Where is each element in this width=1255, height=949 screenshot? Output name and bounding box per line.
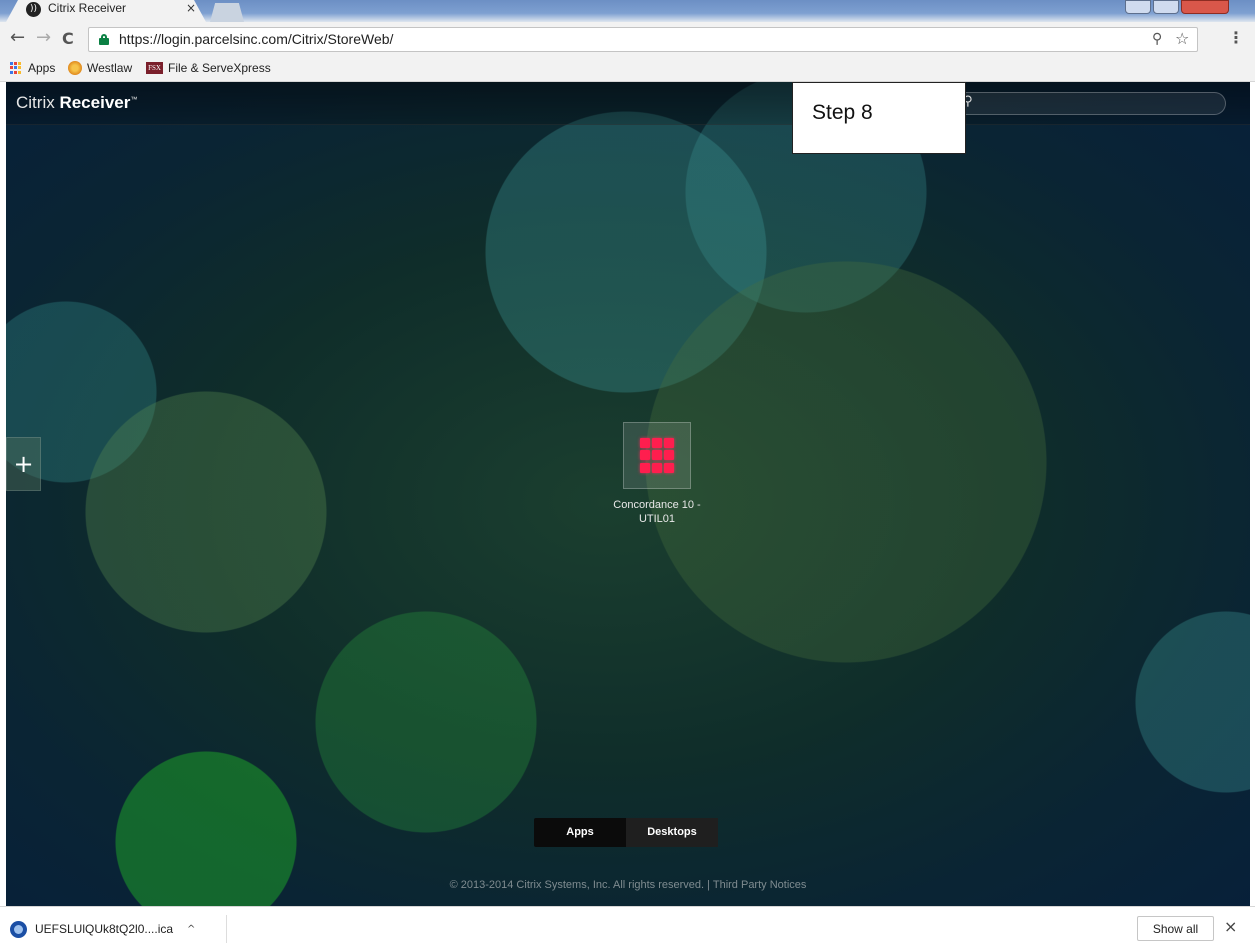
tab-strip: )) Citrix Receiver × bbox=[0, 0, 1255, 22]
chevron-up-icon[interactable]: ^ bbox=[187, 924, 195, 935]
citrix-receiver-page: Citrix Receiver™ ⚲ Step 8 + Concordance … bbox=[6, 82, 1250, 906]
bookmark-star-icon[interactable]: ☆ bbox=[1175, 29, 1189, 48]
app-tile-concordance[interactable] bbox=[623, 422, 691, 489]
minimize-button[interactable] bbox=[1125, 0, 1151, 14]
bookmark-file-serve-xpress[interactable]: FSX File & ServeXpress bbox=[146, 61, 271, 75]
app-name-line1: Concordance 10 - bbox=[613, 499, 701, 511]
tab-citrix-receiver[interactable]: )) Citrix Receiver × bbox=[6, 0, 206, 22]
bookmark-westlaw[interactable]: Westlaw bbox=[68, 61, 132, 75]
add-apps-button[interactable]: + bbox=[6, 437, 41, 491]
view-switch: Apps Desktops bbox=[534, 818, 718, 847]
back-button[interactable]: ← bbox=[10, 27, 25, 48]
brand-bold: Receiver bbox=[59, 93, 131, 112]
westlaw-icon bbox=[68, 61, 82, 75]
lock-icon bbox=[99, 34, 109, 45]
bookmark-label: Apps bbox=[28, 61, 56, 75]
url-text: https://login.parcelsinc.com/Citrix/Stor… bbox=[119, 31, 394, 47]
citrix-file-icon bbox=[10, 920, 27, 938]
fsx-icon: FSX bbox=[146, 62, 163, 74]
step-annotation: Step 8 bbox=[792, 82, 966, 154]
citrix-favicon-icon: )) bbox=[26, 2, 41, 17]
maximize-button[interactable] bbox=[1153, 0, 1179, 14]
citrix-header: Citrix Receiver™ ⚲ bbox=[6, 82, 1250, 125]
apps-grid-icon bbox=[10, 61, 23, 75]
browser-menu-icon[interactable]: ⋮ bbox=[1228, 28, 1244, 47]
step-annotation-text: Step 8 bbox=[812, 101, 873, 124]
bookmark-label: File & ServeXpress bbox=[168, 61, 271, 75]
brand-light: Citrix bbox=[16, 93, 55, 112]
close-window-button[interactable] bbox=[1181, 0, 1229, 14]
search-input[interactable]: ⚲ bbox=[954, 92, 1226, 115]
forward-button[interactable]: → bbox=[36, 27, 51, 48]
app-label-concordance[interactable]: Concordance 10 - UTIL01 bbox=[584, 498, 730, 526]
brand-tm: ™ bbox=[130, 96, 138, 104]
close-icon[interactable]: × bbox=[1224, 917, 1237, 936]
footer-copyright: © 2013-2014 Citrix Systems, Inc. All rig… bbox=[449, 879, 807, 891]
key-icon[interactable]: ⚲ bbox=[1152, 31, 1162, 47]
bookmarks-bar: Apps Westlaw FSX File & ServeXpress bbox=[0, 58, 1255, 82]
app-name-line2: UTIL01 bbox=[638, 513, 676, 525]
show-all-button[interactable]: Show all bbox=[1137, 916, 1214, 941]
tab-desktops[interactable]: Desktops bbox=[626, 818, 718, 847]
citrix-receiver-logo: Citrix Receiver™ bbox=[16, 93, 137, 113]
browser-chrome: )) Citrix Receiver × ← → C https://login… bbox=[0, 0, 1255, 82]
tab-title: Citrix Receiver bbox=[48, 1, 127, 15]
tab-apps[interactable]: Apps bbox=[534, 818, 626, 847]
download-bar: UEFSLUlQUk8tQ2l0....ica ^ Show all × bbox=[0, 906, 1255, 949]
divider bbox=[226, 915, 227, 943]
bookmark-label: Westlaw bbox=[87, 61, 133, 75]
download-file-name: UEFSLUlQUk8tQ2l0....ica bbox=[35, 922, 174, 936]
toolbar: ← → C https://login.parcelsinc.com/Citri… bbox=[0, 22, 1255, 58]
window-controls bbox=[1125, 0, 1245, 14]
concordance-app-icon bbox=[640, 438, 675, 473]
download-item[interactable]: UEFSLUlQUk8tQ2l0....ica ^ bbox=[10, 917, 195, 941]
reload-button[interactable]: C bbox=[62, 29, 74, 48]
address-bar[interactable]: https://login.parcelsinc.com/Citrix/Stor… bbox=[88, 27, 1198, 52]
bookmark-apps[interactable]: Apps bbox=[10, 61, 55, 75]
tab-close-icon[interactable]: × bbox=[186, 1, 196, 15]
new-tab-button[interactable] bbox=[210, 3, 244, 22]
